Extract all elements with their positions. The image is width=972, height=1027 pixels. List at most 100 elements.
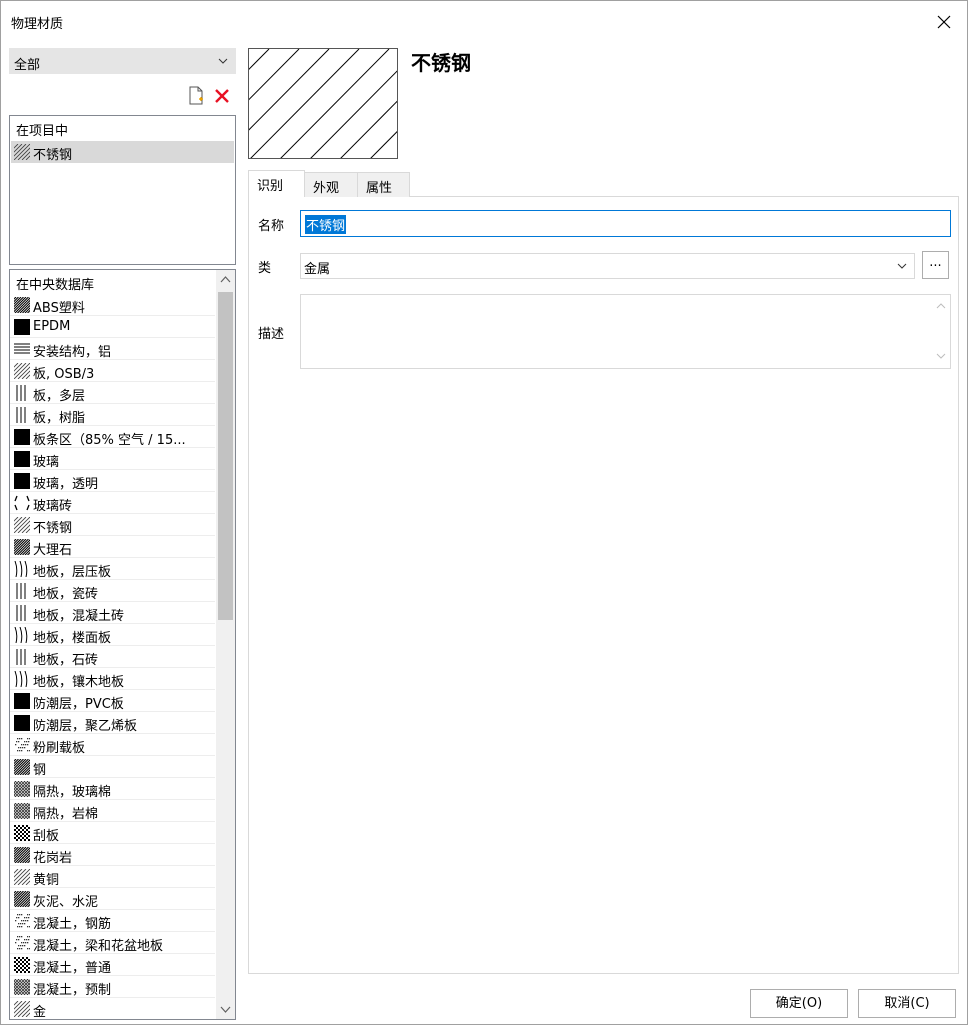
database-material-label: 大理石 xyxy=(33,543,73,558)
solid-swatch-icon xyxy=(14,429,30,445)
hatch-dense-swatch-icon xyxy=(10,296,47,314)
description-scrollbar[interactable] xyxy=(932,295,950,368)
category-filter-select[interactable]: 全部 xyxy=(9,48,236,74)
database-material-item[interactable]: 板条区（85% 空气 / 15... xyxy=(10,426,215,448)
class-more-button[interactable]: ... xyxy=(922,251,949,279)
hatch-dense-swatch-icon xyxy=(10,890,47,908)
chevron-down-icon xyxy=(218,58,228,64)
database-material-label: 隔热，岩棉 xyxy=(33,807,99,822)
cancel-button[interactable]: 取消(C) xyxy=(858,989,956,1018)
database-material-label: 钢 xyxy=(33,763,47,778)
database-material-item[interactable]: 板，多层 xyxy=(10,382,215,404)
database-material-item[interactable]: ABS塑料 xyxy=(10,294,215,316)
database-material-label: 粉刷载板 xyxy=(33,741,86,756)
scroll-down-icon[interactable] xyxy=(216,999,235,1019)
category-filter-value: 全部 xyxy=(14,58,41,73)
database-material-item[interactable]: 安装结构，铝 xyxy=(10,338,215,360)
material-title: 不锈钢 xyxy=(411,51,471,75)
name-input-value: 不锈钢 xyxy=(305,215,347,234)
hatch-dense-swatch-icon xyxy=(10,758,47,776)
hatch-diagonal-swatch-icon xyxy=(10,516,47,534)
new-material-icon[interactable] xyxy=(187,86,205,106)
database-material-item[interactable]: 地板，楼面板 xyxy=(10,624,215,646)
scroll-thumb[interactable] xyxy=(218,292,233,620)
delete-icon[interactable] xyxy=(213,87,231,105)
database-material-label: 防潮层，PVC板 xyxy=(33,697,124,712)
database-material-item[interactable]: 地板，镶木地板 xyxy=(10,668,215,690)
database-material-label: EPDM xyxy=(33,319,71,334)
database-material-label: 不锈钢 xyxy=(33,521,73,536)
database-material-item[interactable]: 地板，瓷砖 xyxy=(10,580,215,602)
database-material-item[interactable]: EPDM xyxy=(10,316,215,338)
database-material-label: 地板，混凝土砖 xyxy=(33,609,125,624)
database-material-item[interactable]: 板, OSB/3 xyxy=(10,360,215,382)
database-materials-list: 在中央数据库 ABS塑料 EPDM 安装结构，铝 板, OSB/3 板，多层 板，树脂 板条… xyxy=(9,269,236,1020)
database-material-item[interactable]: 地板，石砖 xyxy=(10,646,215,668)
dotted-swatch-icon xyxy=(14,913,32,929)
chevron-down-icon xyxy=(897,263,907,269)
database-material-item[interactable]: 不锈钢 xyxy=(10,514,215,536)
database-material-label: 混凝土，普通 xyxy=(33,961,112,976)
hatch-diagonal-swatch-icon xyxy=(10,1000,47,1018)
database-material-label: 金 xyxy=(33,1005,47,1020)
database-material-item[interactable]: 灰泥、水泥 xyxy=(10,888,215,910)
database-material-label: 防潮层，聚乙烯板 xyxy=(33,719,138,734)
wavy-swatch-icon xyxy=(14,670,30,688)
class-select[interactable]: 金属 xyxy=(300,253,915,279)
database-material-label: 混凝土，钢筋 xyxy=(33,917,112,932)
database-material-label: 混凝土，预制 xyxy=(33,983,112,998)
database-material-label: ABS塑料 xyxy=(33,301,85,316)
database-material-item[interactable]: 混凝土，梁和花盆地板 xyxy=(10,932,215,954)
hatch-diagonal-swatch-icon xyxy=(10,362,47,380)
database-material-item[interactable]: 地板，层压板 xyxy=(10,558,215,580)
title-bar: 物理材质 xyxy=(1,1,967,41)
tab-appearance[interactable]: 外观 xyxy=(304,172,358,197)
database-material-item[interactable]: 板，树脂 xyxy=(10,404,215,426)
name-input[interactable]: 不锈钢 xyxy=(300,210,951,237)
database-material-label: 玻璃 xyxy=(33,455,60,470)
database-material-label: 灰泥、水泥 xyxy=(33,895,99,910)
database-material-item[interactable]: 混凝土，预制 xyxy=(10,976,215,998)
database-material-label: 地板，楼面板 xyxy=(33,631,112,646)
database-material-item[interactable]: 刮板 xyxy=(10,822,215,844)
list-scrollbar[interactable] xyxy=(216,270,235,1019)
material-dialog: 物理材质 全部 在项目中 不锈钢 在中央数据库 ABS塑料 EPDM 安装结构，… xyxy=(0,0,968,1025)
description-textarea[interactable] xyxy=(300,294,951,369)
solid-swatch-icon xyxy=(14,451,30,467)
project-material-item[interactable]: 不锈钢 xyxy=(1,141,234,163)
database-material-label: 混凝土，梁和花盆地板 xyxy=(33,939,164,954)
tab-identification[interactable]: 识别 xyxy=(248,170,305,197)
database-material-label: 玻璃，透明 xyxy=(33,477,99,492)
database-material-label: 玻璃砖 xyxy=(33,499,73,514)
horizontal-lines-swatch-icon xyxy=(14,341,30,357)
crosshatch-swatch-icon xyxy=(10,780,47,798)
tab-properties[interactable]: 属性 xyxy=(357,172,410,197)
ok-button[interactable]: 确定(O) xyxy=(750,989,848,1018)
database-material-label: 花岗岩 xyxy=(33,851,73,866)
database-material-label: 地板，层压板 xyxy=(33,565,112,580)
database-material-item[interactable]: 玻璃，透明 xyxy=(10,470,215,492)
database-material-item[interactable]: 防潮层，PVC板 xyxy=(10,690,215,712)
database-material-item[interactable]: 混凝土，普通 xyxy=(10,954,215,976)
description-label: 描述 xyxy=(258,327,285,342)
database-material-item[interactable]: 玻璃砖 xyxy=(10,492,215,514)
database-material-item[interactable]: 金 xyxy=(10,998,215,1020)
database-material-item[interactable]: 花岗岩 xyxy=(10,844,215,866)
database-material-item[interactable]: 大理石 xyxy=(10,536,215,558)
scroll-up-icon[interactable] xyxy=(216,270,235,290)
database-material-item[interactable]: 隔热，岩棉 xyxy=(10,800,215,822)
database-material-item[interactable]: 混凝土，钢筋 xyxy=(10,910,215,932)
close-button[interactable] xyxy=(931,9,957,35)
project-material-label: 不锈钢 xyxy=(33,148,73,163)
database-material-item[interactable]: 玻璃 xyxy=(10,448,215,470)
database-material-item[interactable]: 钢 xyxy=(10,756,215,778)
database-material-item[interactable]: 黄铜 xyxy=(10,866,215,888)
database-material-item[interactable]: 隔热，玻璃棉 xyxy=(10,778,215,800)
database-material-label: 地板，镶木地板 xyxy=(33,675,125,690)
database-material-item[interactable]: 防潮层，聚乙烯板 xyxy=(10,712,215,734)
vertical-lines-swatch-icon xyxy=(14,649,30,665)
database-material-item[interactable]: 地板，混凝土砖 xyxy=(10,602,215,624)
hatch-dense-swatch-icon xyxy=(10,538,47,556)
database-material-item[interactable]: 粉刷载板 xyxy=(10,734,215,756)
hatch-dense-swatch-icon xyxy=(10,846,47,864)
